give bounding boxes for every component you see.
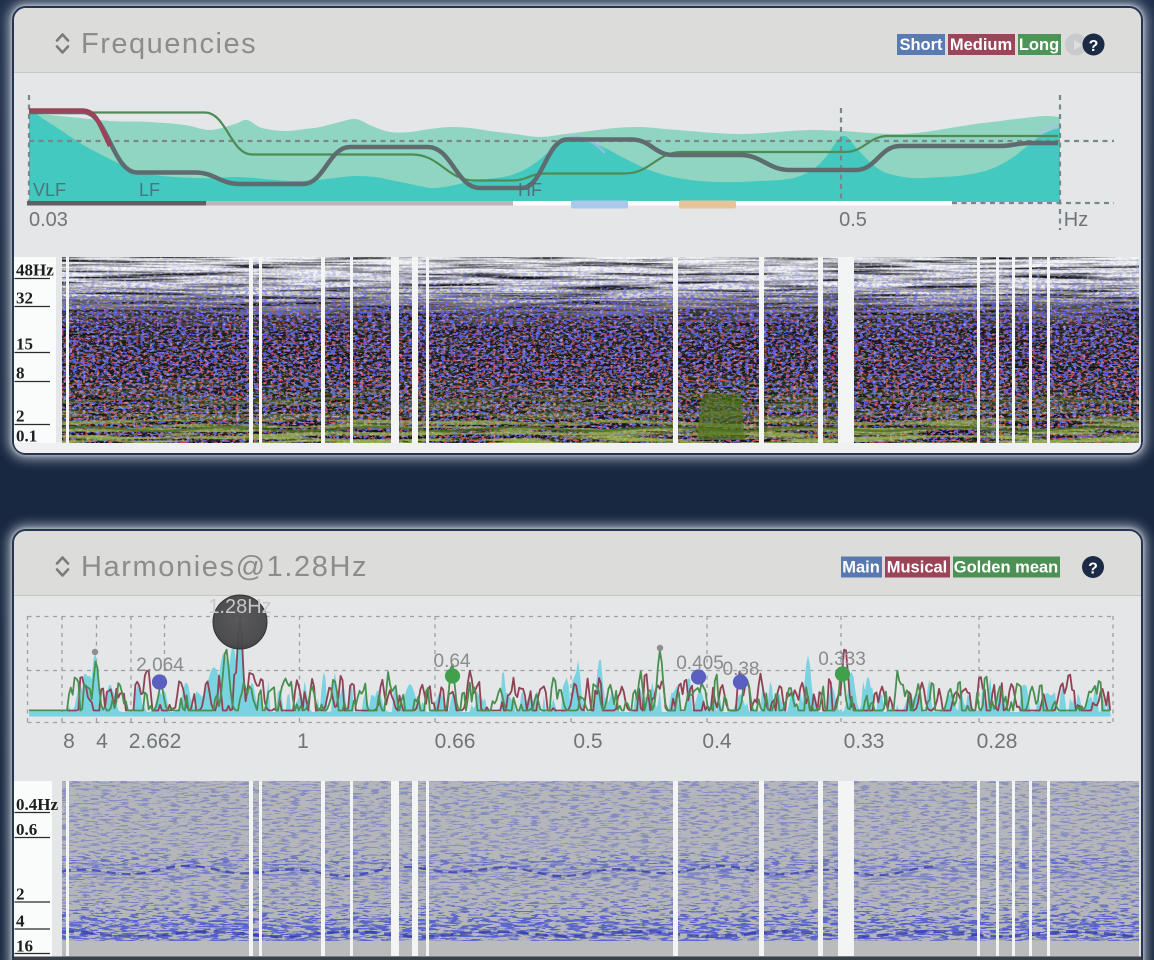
svg-text:2.662: 2.662 <box>129 730 182 753</box>
svg-text:0.33: 0.33 <box>844 730 885 753</box>
svg-text:Harmonies@1.28Hz: Harmonies@1.28Hz <box>81 551 368 583</box>
svg-text:0.4Hz: 0.4Hz <box>16 795 58 814</box>
svg-text:Main: Main <box>842 559 880 577</box>
svg-text:0.28: 0.28 <box>977 730 1018 753</box>
svg-text:1: 1 <box>297 730 309 753</box>
svg-text:0.6: 0.6 <box>16 820 37 839</box>
svg-text:HF: HF <box>518 180 542 200</box>
svg-text:15: 15 <box>16 335 33 354</box>
svg-text:?: ? <box>1088 561 1098 578</box>
svg-text:32: 32 <box>16 289 33 308</box>
svg-text:Hz: Hz <box>1064 209 1088 231</box>
svg-text:16: 16 <box>16 937 33 956</box>
svg-text:4: 4 <box>96 730 108 753</box>
svg-text:LF: LF <box>139 180 160 200</box>
svg-text:Medium: Medium <box>950 36 1012 54</box>
svg-text:1.28Hz: 1.28Hz <box>208 596 271 618</box>
svg-text:Long: Long <box>1019 36 1059 54</box>
svg-text:2: 2 <box>16 885 25 904</box>
svg-text:2.064: 2.064 <box>136 655 184 676</box>
svg-text:0.5: 0.5 <box>573 730 602 753</box>
svg-text:8: 8 <box>16 364 25 383</box>
svg-text:2: 2 <box>16 407 25 426</box>
svg-text:Frequencies: Frequencies <box>81 28 257 60</box>
svg-text:0.66: 0.66 <box>435 730 476 753</box>
svg-text:?: ? <box>1089 38 1099 55</box>
svg-text:8: 8 <box>63 730 75 753</box>
svg-text:Short: Short <box>899 36 943 54</box>
svg-text:0.03: 0.03 <box>29 209 68 231</box>
svg-text:Golden mean: Golden mean <box>954 559 1059 577</box>
svg-text:48Hz: 48Hz <box>16 261 54 280</box>
svg-text:0.1: 0.1 <box>16 427 37 446</box>
svg-text:Musical: Musical <box>887 559 948 577</box>
svg-text:0.5: 0.5 <box>839 209 867 231</box>
svg-text:4: 4 <box>16 912 25 931</box>
svg-text:0.4: 0.4 <box>702 730 732 753</box>
svg-text:VLF: VLF <box>33 180 66 200</box>
